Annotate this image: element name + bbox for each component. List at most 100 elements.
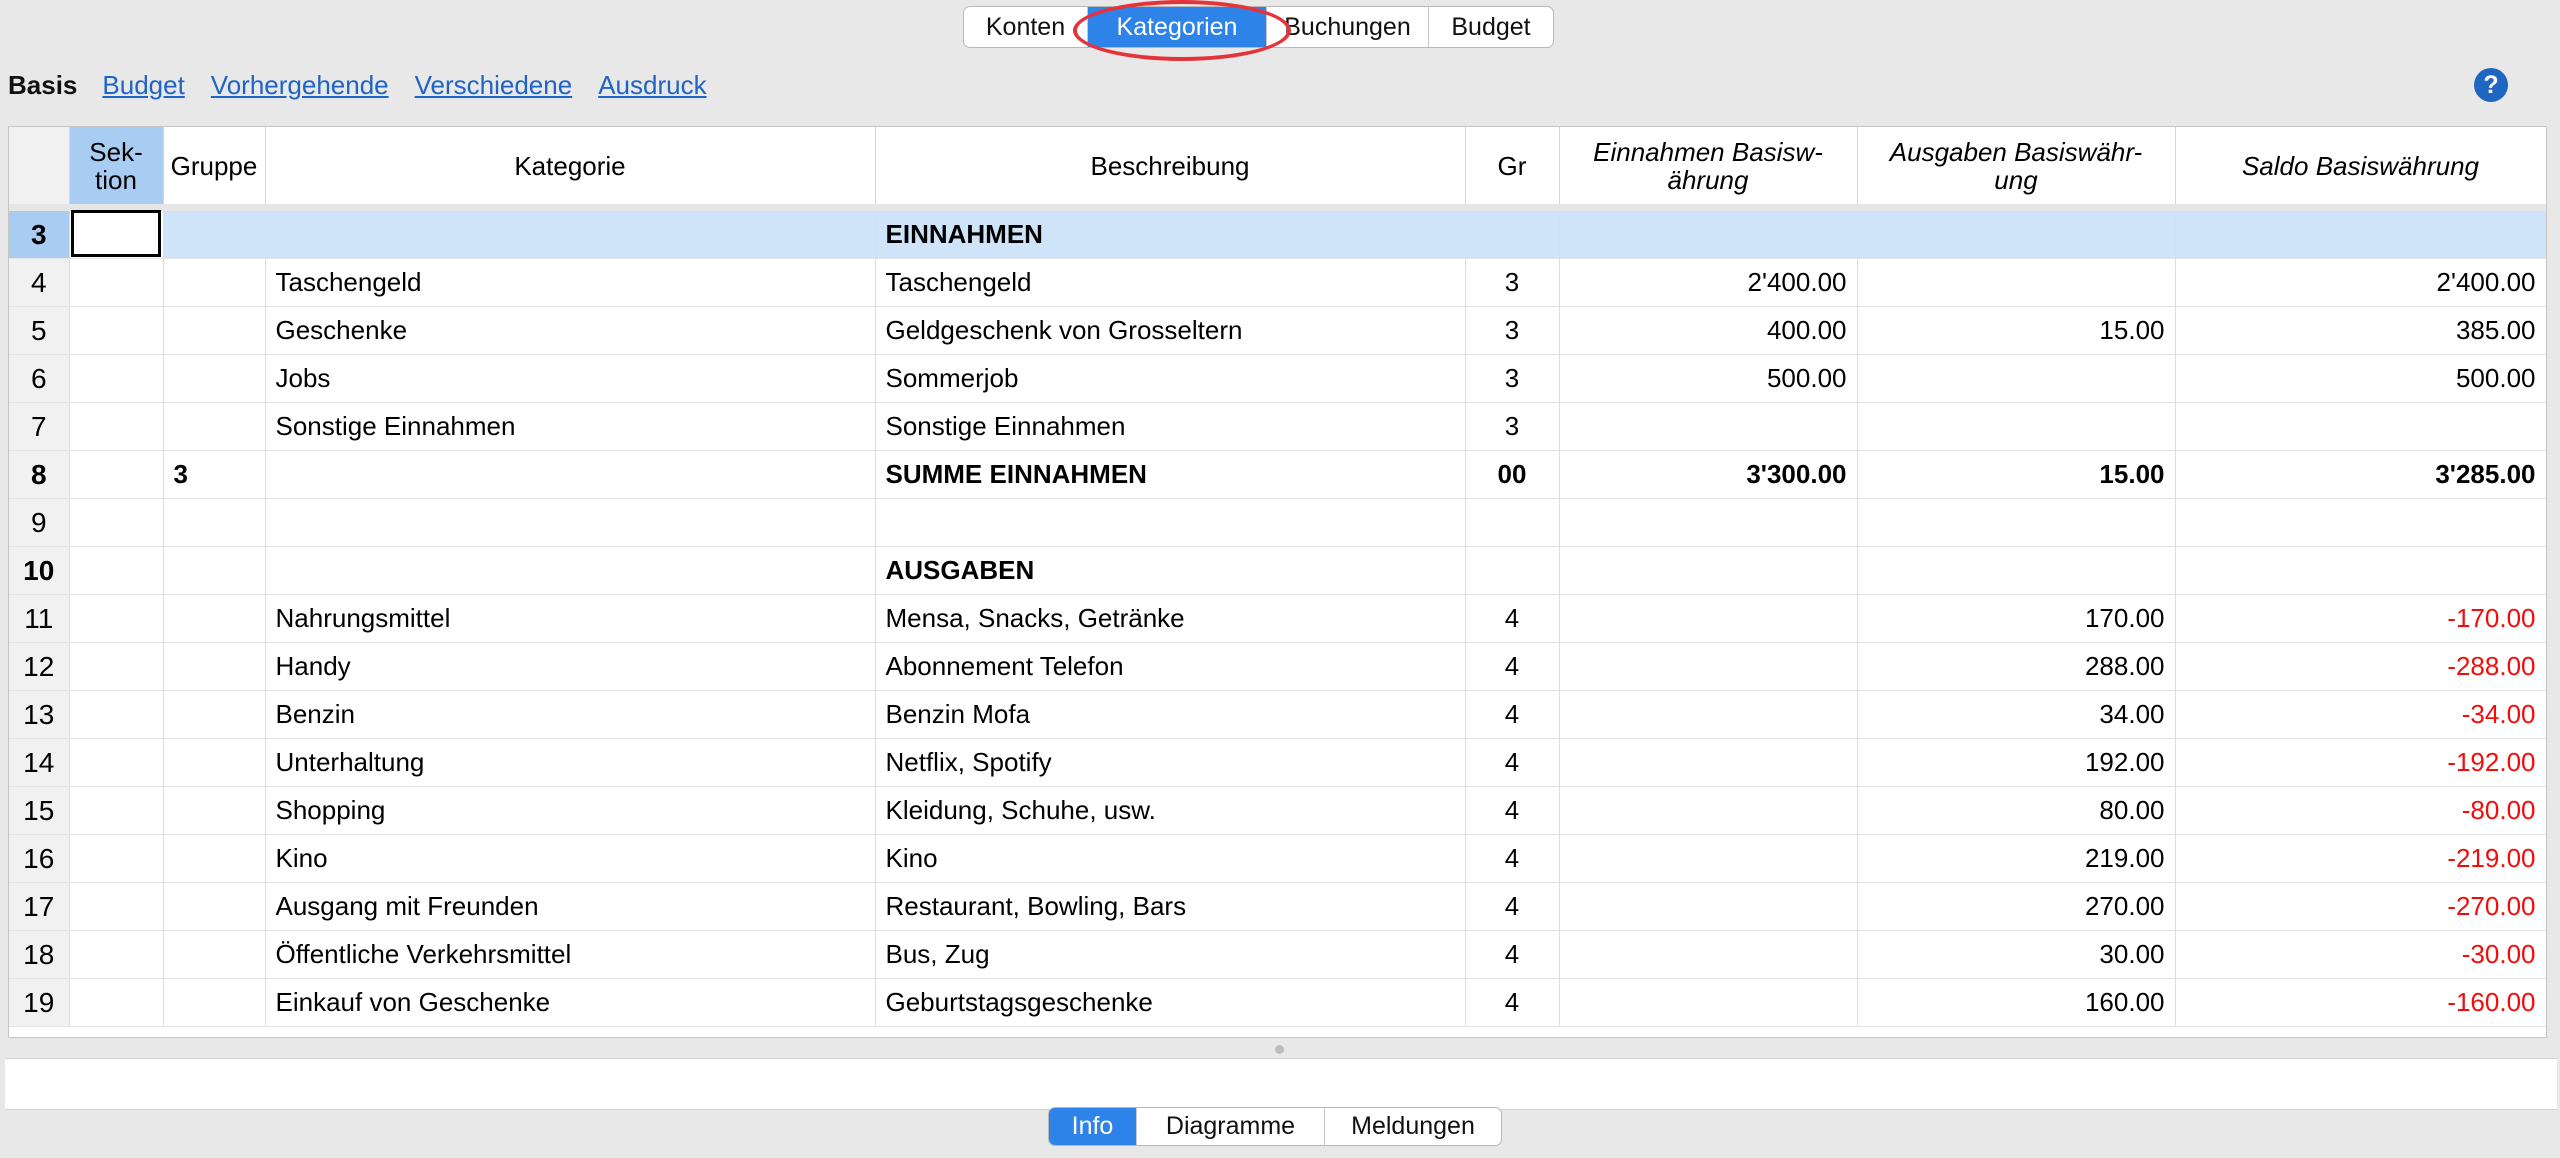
cell-kategorie[interactable]: Einkauf von Geschenke bbox=[265, 978, 876, 1027]
cell-beschreibung[interactable]: Netflix, Spotify bbox=[875, 738, 1466, 787]
cell-ausgaben[interactable]: 15.00 bbox=[1857, 450, 2176, 499]
cell-saldo[interactable]: 500.00 bbox=[2175, 354, 2546, 403]
cell-gr[interactable]: 3 bbox=[1465, 402, 1560, 451]
cell-sektion[interactable] bbox=[69, 978, 164, 1027]
cell-ausgaben[interactable] bbox=[1857, 546, 2176, 595]
cell-ausgaben[interactable]: 219.00 bbox=[1857, 834, 2176, 883]
cell-saldo[interactable]: 3'285.00 bbox=[2175, 450, 2546, 499]
cell-ausgaben[interactable]: 30.00 bbox=[1857, 930, 2176, 979]
cell-kategorie[interactable] bbox=[265, 207, 876, 259]
row-number[interactable]: 14 bbox=[9, 738, 70, 787]
cell-saldo[interactable]: 385.00 bbox=[2175, 306, 2546, 355]
cell-sektion[interactable] bbox=[69, 642, 164, 691]
col-header-ausgaben[interactable]: Ausgaben Basiswähr- ung bbox=[1857, 127, 2176, 211]
cell-sektion[interactable] bbox=[69, 930, 164, 979]
table-row[interactable]: 14 Unterhaltung Netflix, Spotify 4 192.00 -19… bbox=[9, 738, 2546, 787]
cell-gruppe[interactable] bbox=[163, 834, 266, 883]
cell-ausgaben[interactable]: 80.00 bbox=[1857, 786, 2176, 835]
cell-beschreibung[interactable]: Abonnement Telefon bbox=[875, 642, 1466, 691]
cell-gr[interactable] bbox=[1465, 498, 1560, 547]
cell-sektion[interactable] bbox=[69, 882, 164, 931]
cell-gruppe[interactable] bbox=[163, 978, 266, 1027]
cell-sektion[interactable] bbox=[69, 402, 164, 451]
tab-info[interactable]: Info bbox=[1049, 1108, 1137, 1145]
cell-gr[interactable]: 4 bbox=[1465, 738, 1560, 787]
cell-gr[interactable]: 4 bbox=[1465, 978, 1560, 1027]
tab-meldungen[interactable]: Meldungen bbox=[1325, 1108, 1501, 1145]
cell-kategorie[interactable]: Sonstige Einnahmen bbox=[265, 402, 876, 451]
cell-kategorie[interactable]: Kino bbox=[265, 834, 876, 883]
cell-einnahmen[interactable] bbox=[1559, 690, 1858, 739]
table-row[interactable]: 12 Handy Abonnement Telefon 4 288.00 -288.00 bbox=[9, 642, 2546, 691]
row-number[interactable]: 17 bbox=[9, 882, 70, 931]
cell-sektion[interactable] bbox=[69, 450, 164, 499]
cell-gr[interactable]: 4 bbox=[1465, 834, 1560, 883]
cell-beschreibung[interactable]: Restaurant, Bowling, Bars bbox=[875, 882, 1466, 931]
subnav-basis[interactable]: Basis bbox=[8, 70, 77, 101]
cell-ausgaben[interactable] bbox=[1857, 354, 2176, 403]
row-number[interactable]: 7 bbox=[9, 402, 70, 451]
cell-gruppe[interactable]: 3 bbox=[163, 450, 266, 499]
table-row[interactable]: 3 EINNAHMEN bbox=[9, 207, 2546, 259]
cell-saldo[interactable]: -288.00 bbox=[2175, 642, 2546, 691]
cell-sektion[interactable] bbox=[69, 738, 164, 787]
cell-kategorie[interactable] bbox=[265, 498, 876, 547]
cell-ausgaben[interactable] bbox=[1857, 498, 2176, 547]
cell-einnahmen[interactable]: 2'400.00 bbox=[1559, 258, 1858, 307]
cell-gruppe[interactable] bbox=[163, 738, 266, 787]
cell-einnahmen[interactable] bbox=[1559, 738, 1858, 787]
cell-gruppe[interactable] bbox=[163, 354, 266, 403]
cell-saldo[interactable] bbox=[2175, 498, 2546, 547]
row-number[interactable]: 16 bbox=[9, 834, 70, 883]
cell-einnahmen[interactable] bbox=[1559, 594, 1858, 643]
cell-einnahmen[interactable] bbox=[1559, 930, 1858, 979]
cell-kategorie[interactable] bbox=[265, 450, 876, 499]
cell-gr[interactable]: 4 bbox=[1465, 690, 1560, 739]
row-number[interactable]: 12 bbox=[9, 642, 70, 691]
table-row[interactable]: 9 bbox=[9, 498, 2546, 547]
cell-gr[interactable]: 4 bbox=[1465, 930, 1560, 979]
splitter-handle[interactable] bbox=[1275, 1045, 1284, 1054]
cell-gruppe[interactable] bbox=[163, 498, 266, 547]
cell-gruppe[interactable] bbox=[163, 786, 266, 835]
cell-gruppe[interactable] bbox=[163, 258, 266, 307]
cell-gr[interactable]: 3 bbox=[1465, 258, 1560, 307]
table-row[interactable]: 17 Ausgang mit Freunden Restaurant, Bowlin… bbox=[9, 882, 2546, 931]
row-number[interactable]: 15 bbox=[9, 786, 70, 835]
cell-saldo[interactable] bbox=[2175, 207, 2546, 259]
cell-ausgaben[interactable] bbox=[1857, 258, 2176, 307]
col-header-beschreibung[interactable]: Beschreibung bbox=[875, 127, 1466, 211]
row-number[interactable]: 6 bbox=[9, 354, 70, 403]
table-row[interactable]: 13 Benzin Benzin Mofa 4 34.00 -34.00 bbox=[9, 690, 2546, 739]
cell-einnahmen[interactable] bbox=[1559, 546, 1858, 595]
cell-gr[interactable]: 3 bbox=[1465, 354, 1560, 403]
row-number[interactable]: 9 bbox=[9, 498, 70, 547]
cell-kategorie[interactable]: Nahrungsmittel bbox=[265, 594, 876, 643]
cell-einnahmen[interactable] bbox=[1559, 402, 1858, 451]
cell-einnahmen[interactable]: 500.00 bbox=[1559, 354, 1858, 403]
cell-beschreibung[interactable]: Geburtstagsgeschenke bbox=[875, 978, 1466, 1027]
cell-sektion[interactable] bbox=[69, 546, 164, 595]
cell-beschreibung[interactable]: Kleidung, Schuhe, usw. bbox=[875, 786, 1466, 835]
cell-saldo[interactable]: -34.00 bbox=[2175, 690, 2546, 739]
cell-einnahmen[interactable] bbox=[1559, 978, 1858, 1027]
col-header-einnahmen[interactable]: Einnahmen Basisw- ährung bbox=[1559, 127, 1858, 211]
row-number[interactable]: 11 bbox=[9, 594, 70, 643]
cell-saldo[interactable]: -192.00 bbox=[2175, 738, 2546, 787]
cell-gruppe[interactable] bbox=[163, 690, 266, 739]
cell-kategorie[interactable]: Taschengeld bbox=[265, 258, 876, 307]
col-header-saldo[interactable]: Saldo Basiswährung bbox=[2175, 127, 2546, 211]
corner-cell[interactable] bbox=[9, 127, 70, 211]
cell-ausgaben[interactable]: 170.00 bbox=[1857, 594, 2176, 643]
cell-saldo[interactable] bbox=[2175, 402, 2546, 451]
cell-gr[interactable] bbox=[1465, 207, 1560, 259]
row-number[interactable]: 3 bbox=[9, 207, 70, 259]
cell-einnahmen[interactable]: 3'300.00 bbox=[1559, 450, 1858, 499]
cell-saldo[interactable]: -170.00 bbox=[2175, 594, 2546, 643]
cell-sektion[interactable] bbox=[69, 690, 164, 739]
subnav-link-vorhergehende[interactable]: Vorhergehende bbox=[211, 70, 389, 101]
cell-saldo[interactable]: 2'400.00 bbox=[2175, 258, 2546, 307]
cell-sektion[interactable] bbox=[69, 786, 164, 835]
table-row[interactable]: 8 3 SUMME EINNAHMEN 00 3'300.00 15.00 3'285.00 bbox=[9, 450, 2546, 499]
table-row[interactable]: 5 Geschenke Geldgeschenk von Grosseltern 3 4… bbox=[9, 306, 2546, 355]
